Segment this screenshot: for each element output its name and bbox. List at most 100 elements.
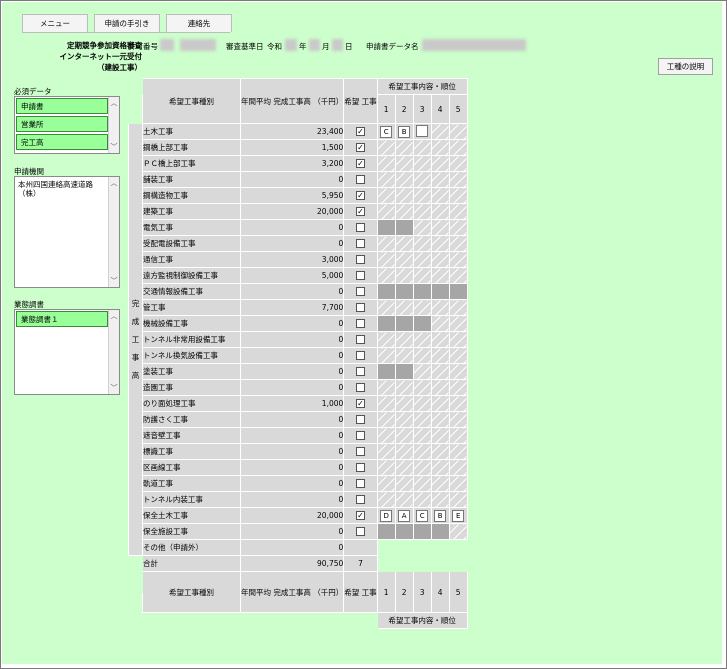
list-item-completed-works[interactable]: 完工高 [16, 134, 108, 150]
rank-cell-1 [376, 187, 396, 204]
scroll-down-icon[interactable]: ﹀ [110, 277, 118, 285]
rank-cell-2 [394, 315, 414, 332]
rank-cell-1: D [376, 507, 396, 524]
rank-cell-4 [430, 459, 450, 476]
rank-cell-2 [394, 411, 414, 428]
rank-cell-2 [394, 475, 414, 492]
average-completed-value: 90,750 [239, 555, 345, 572]
rank-cell-1 [376, 251, 396, 268]
rank-cell-1 [376, 315, 396, 332]
month-redacted [309, 39, 320, 51]
rank-cell-4 [430, 123, 450, 140]
top-rank-header-1: 1 [376, 94, 396, 124]
hope-checkbox[interactable] [355, 287, 365, 297]
work-type-name: 塗装工事 [142, 363, 241, 380]
rank-cell-3 [412, 331, 432, 348]
hope-checkbox[interactable] [355, 415, 365, 425]
average-completed-value: 0 [239, 363, 345, 380]
rank-cell-2 [394, 251, 414, 268]
agency-item[interactable]: 本州四国連絡高速道路（株） [18, 180, 104, 198]
rank-cell-2 [394, 459, 414, 476]
hope-checkbox[interactable] [355, 447, 365, 457]
required-data-scrollbar[interactable]: ︿ ﹀ [108, 97, 119, 153]
hope-checkbox[interactable] [355, 239, 365, 249]
hope-checkbox[interactable]: ✓ [355, 191, 365, 201]
tab-menu[interactable]: メニュー [22, 14, 88, 32]
rank-select[interactable]: B [434, 509, 447, 522]
hope-checkbox[interactable] [355, 351, 365, 361]
bottom-spacer-2 [241, 613, 344, 629]
rank-cell-4 [430, 267, 450, 284]
table-row: トンネル非常用設備工事 0 [129, 331, 468, 348]
rank-select[interactable]: C [380, 125, 393, 138]
hope-checkbox[interactable] [355, 527, 365, 537]
agency-scrollbar[interactable]: ︿ ﹀ [108, 177, 119, 287]
rank-cell-2 [394, 443, 414, 460]
hope-checkbox[interactable]: ✓ [355, 511, 365, 521]
scroll-up-icon[interactable]: ︿ [110, 99, 118, 107]
hope-checkbox-cell [343, 459, 378, 476]
rank-cell-1 [376, 155, 396, 172]
rank-cell-2 [394, 427, 414, 444]
rank-cell-3 [412, 443, 432, 460]
hope-checkbox[interactable]: ✓ [355, 207, 365, 217]
average-completed-value: 5,950 [239, 187, 345, 204]
hope-checkbox[interactable] [355, 463, 365, 473]
hope-checkbox[interactable] [355, 303, 365, 313]
hope-checkbox-cell: ✓ [343, 155, 378, 172]
hope-checkbox[interactable] [355, 367, 365, 377]
scroll-up-icon[interactable]: ︿ [110, 179, 118, 187]
rank-cell-1 [376, 219, 396, 236]
list-item-application[interactable]: 申請書 [16, 98, 108, 114]
hope-checkbox-cell [343, 347, 378, 364]
tab-guide[interactable]: 申請の手引き [94, 14, 160, 32]
tab-contact[interactable]: 連絡先 [166, 14, 232, 32]
hope-checkbox[interactable] [355, 271, 365, 281]
average-completed-value: 5,000 [239, 267, 345, 284]
business-report-list[interactable]: 業態調書１ ︿ ﹀ [14, 309, 120, 395]
hope-checkbox[interactable]: ✓ [355, 143, 365, 153]
agency-list[interactable]: 本州四国連絡高速道路（株） ︿ ﹀ [14, 176, 120, 288]
rank-cell-5 [448, 203, 468, 220]
average-completed-value: 0 [239, 443, 345, 460]
hope-checkbox[interactable] [355, 495, 365, 505]
hope-checkbox[interactable] [355, 431, 365, 441]
work-type-name: トンネル内装工事 [142, 491, 241, 508]
hope-checkbox[interactable]: ✓ [355, 127, 365, 137]
hope-checkbox-cell [343, 539, 378, 556]
rank-select[interactable]: D [380, 509, 393, 522]
scroll-down-icon[interactable]: ﹀ [110, 384, 118, 392]
hope-checkbox[interactable] [355, 319, 365, 329]
list-item-office[interactable]: 営業所 [16, 116, 108, 132]
rank-select[interactable]: B [398, 125, 411, 138]
rank-cell-4 [430, 251, 450, 268]
table-row: 軌道工事 0 [129, 475, 468, 492]
rank-cell-1 [376, 411, 396, 428]
rank-select[interactable] [416, 124, 429, 137]
required-data-list[interactable]: 申請書 営業所 完工高 ︿ ﹀ [14, 96, 120, 154]
permit-number-label: 許可番号 [128, 42, 158, 51]
hope-checkbox[interactable] [355, 223, 365, 233]
scroll-down-icon[interactable]: ﹀ [110, 143, 118, 151]
hope-checkbox-cell: ✓ [343, 203, 378, 220]
rank-cell-3 [412, 235, 432, 252]
list-item-business-report-1[interactable]: 業態調書１ [16, 311, 108, 327]
hope-checkbox[interactable] [355, 175, 365, 185]
hope-checkbox[interactable] [355, 383, 365, 393]
hope-checkbox[interactable]: ✓ [355, 399, 365, 409]
hope-checkbox[interactable] [355, 255, 365, 265]
rank-select[interactable]: E [452, 509, 465, 522]
day-unit: 日 [345, 42, 353, 51]
rank-select[interactable]: C [416, 509, 429, 522]
rank-cell-1 [376, 491, 396, 508]
rank-select[interactable]: A [398, 509, 411, 522]
business-report-scrollbar[interactable]: ︿ ﹀ [108, 310, 119, 394]
scroll-up-icon[interactable]: ︿ [110, 312, 118, 320]
explain-work-types-button[interactable]: 工種の説明 [658, 58, 713, 75]
bottom-rank-group-header: 希望工事内容・順位 [376, 612, 468, 629]
rank-cell-1 [376, 475, 396, 492]
hope-checkbox[interactable] [355, 335, 365, 345]
hope-checkbox[interactable] [355, 479, 365, 489]
hope-checkbox[interactable]: ✓ [355, 159, 365, 169]
table-row: トンネル換気設備工事 0 [129, 347, 468, 364]
